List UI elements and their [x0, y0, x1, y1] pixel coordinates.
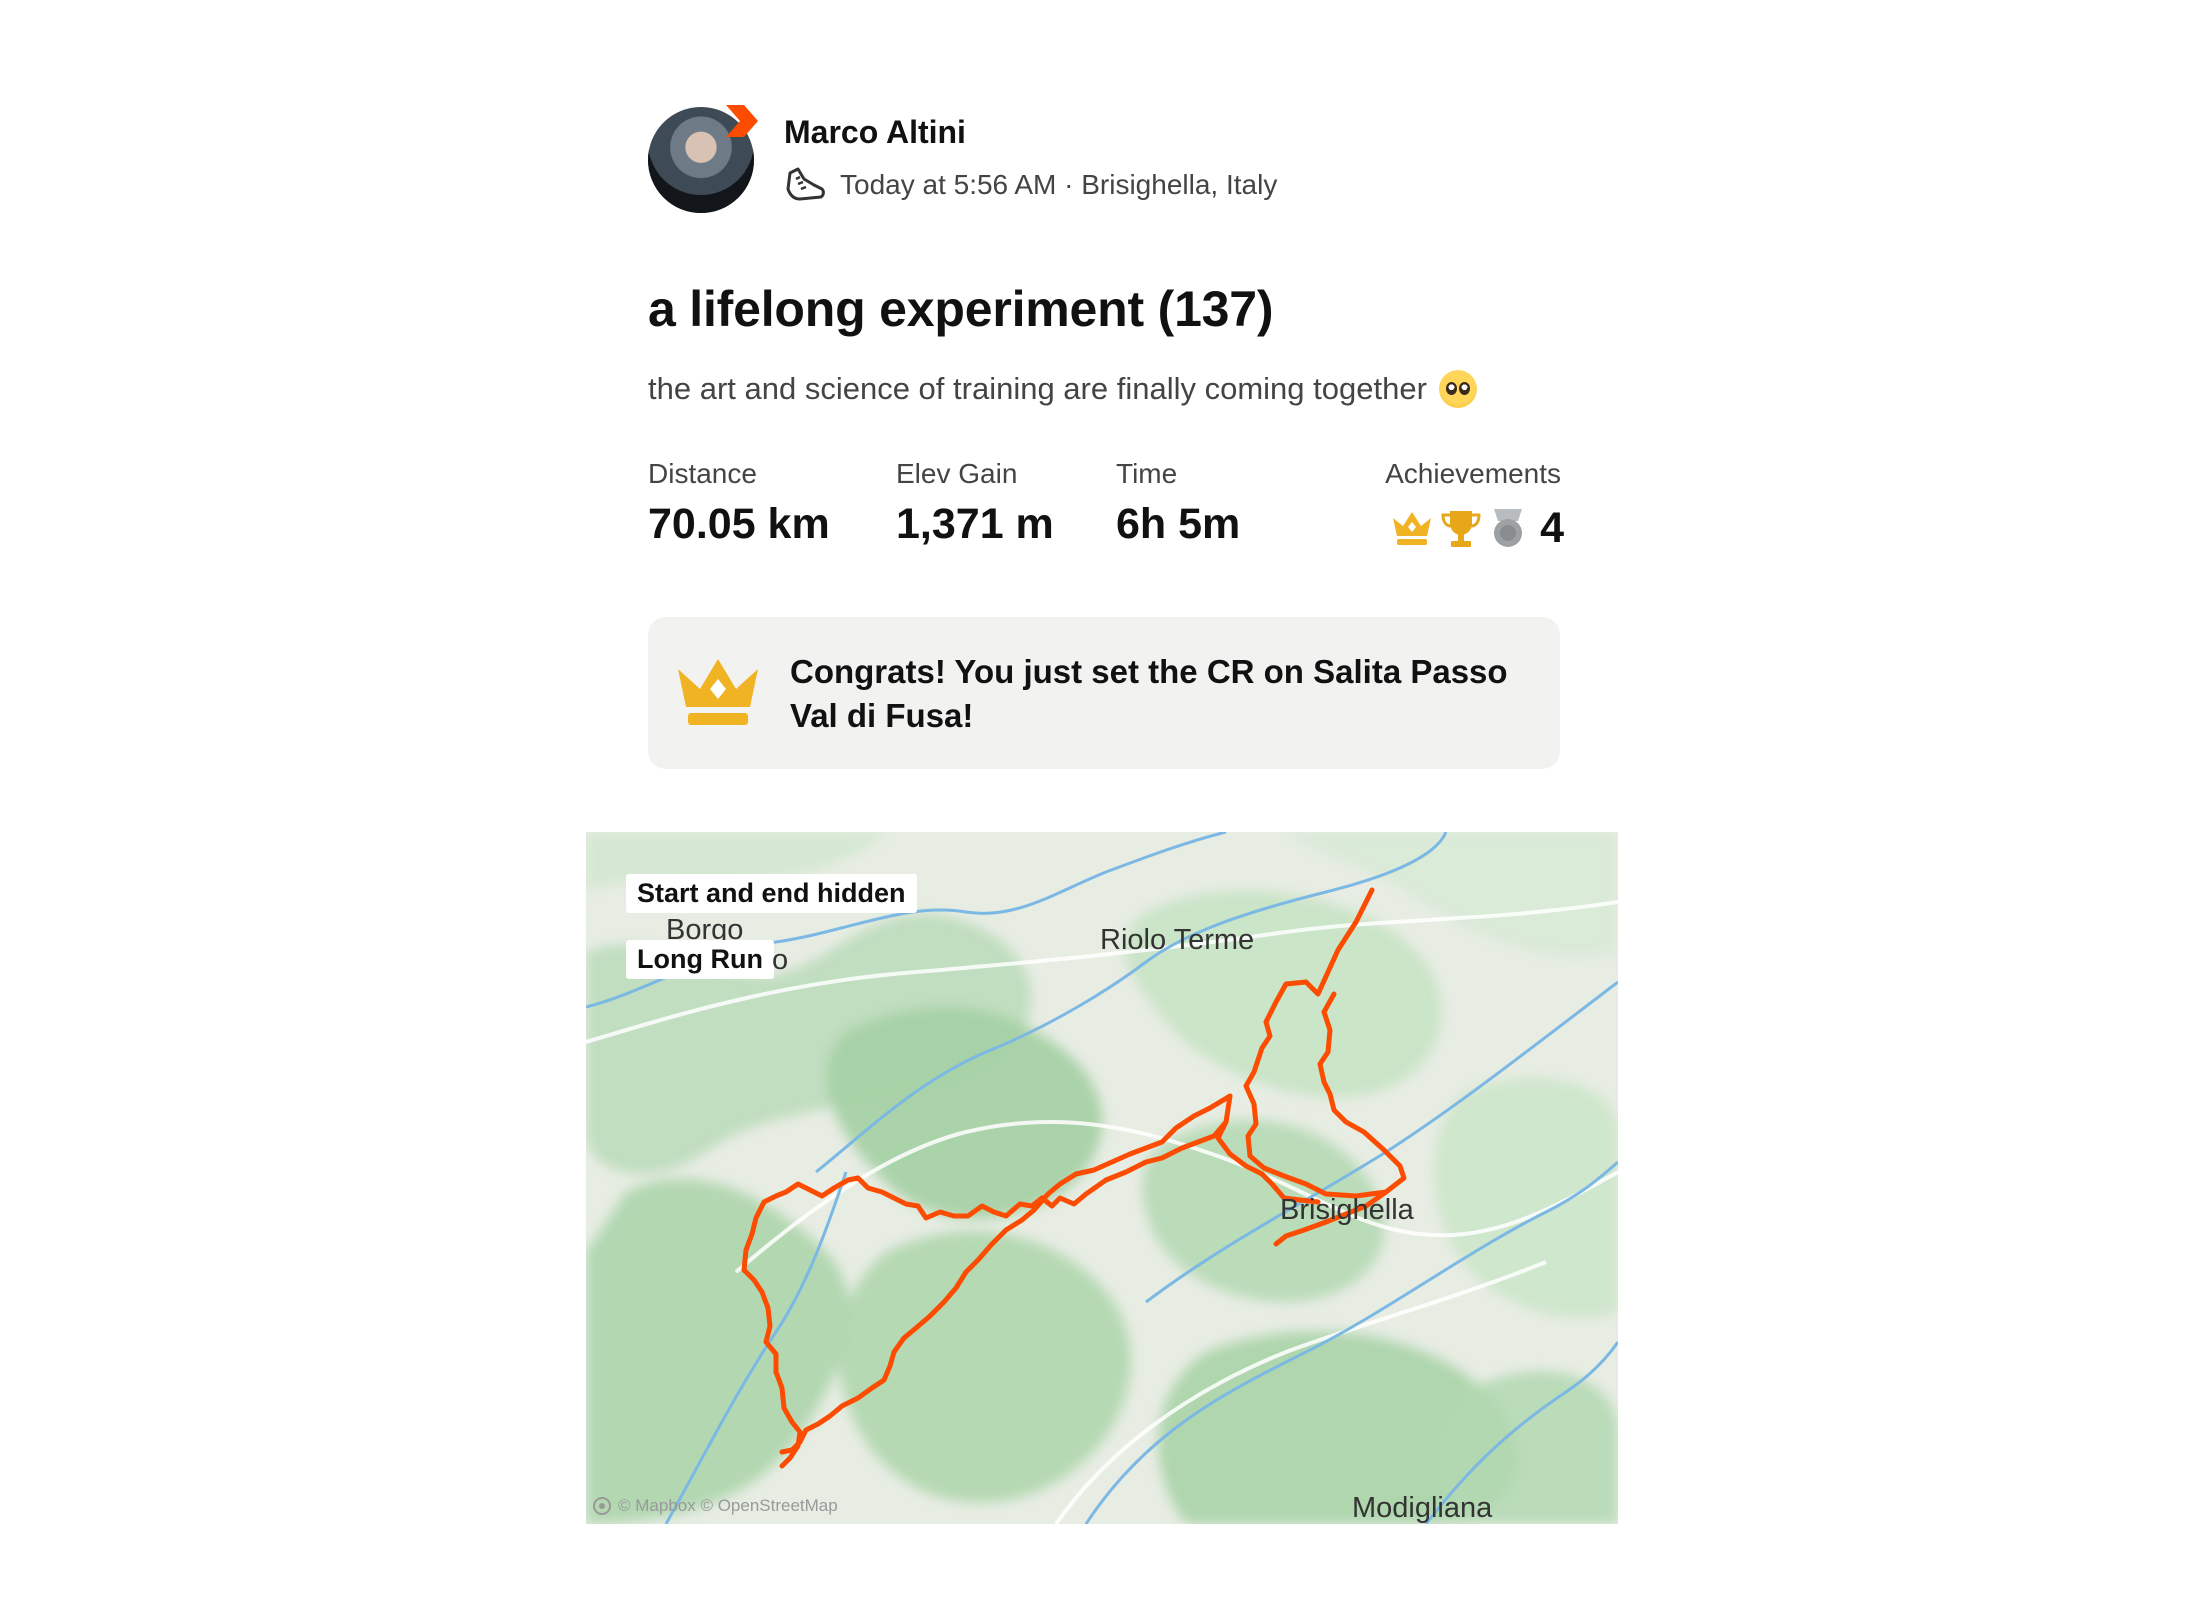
medal-icon: [1494, 509, 1523, 547]
place-label-modigliana: Modigliana: [1352, 1492, 1493, 1524]
time-label: Time: [1116, 458, 1178, 489]
congrats-line-2: Val di Fusa!: [790, 697, 974, 734]
elev-gain-label: Elev Gain: [896, 458, 1018, 489]
activity-description: the art and science of training are fina…: [648, 370, 1477, 408]
place-label-riolo-terme: Riolo Terme: [1100, 924, 1255, 956]
pleading-face-icon: [1438, 370, 1477, 408]
distance-value: 70.05 km: [648, 500, 830, 548]
strava-badge-icon: [726, 105, 758, 137]
distance-label: Distance: [648, 458, 757, 489]
privacy-badge: Start and end hidden: [626, 874, 917, 913]
activity-description-text: the art and science of training are fina…: [648, 371, 1427, 406]
map-attribution[interactable]: © Mapbox © OpenStreetMap: [592, 1496, 838, 1516]
elev-gain-value: 1,371 m: [896, 500, 1054, 548]
route-map[interactable]: Start and end hidden Borgo Long Run o Ri…: [586, 832, 1618, 1524]
map-attribution-text: © Mapbox © OpenStreetMap: [618, 1496, 838, 1515]
achievements-count: 4: [1540, 503, 1564, 552]
achievements-label: Achievements: [1385, 458, 1561, 489]
crown-icon: [1393, 512, 1432, 545]
run-type-badge: Long Run: [626, 940, 774, 979]
time-value: 6h 5m: [1116, 500, 1241, 548]
achievements-row[interactable]: 4: [1390, 500, 1564, 556]
activity-meta: Today at 5:56 AM · Brisighella, Italy: [784, 165, 1277, 205]
mapbox-logo-icon: [593, 1497, 611, 1515]
user-name[interactable]: Marco Altini: [784, 114, 966, 151]
congrats-line-1: Congrats! You just set the CR on Salita …: [790, 653, 1508, 690]
crown-icon: [678, 659, 758, 725]
activity-title[interactable]: a lifelong experiment (137): [648, 280, 1274, 338]
running-shoe-icon: [786, 167, 825, 201]
place-label-brisighella: Brisighella: [1280, 1194, 1414, 1226]
trophy-icon: [1441, 511, 1481, 547]
activity-date-location: Today at 5:56 AM · Brisighella, Italy: [840, 169, 1278, 200]
place-label-partial: o: [772, 944, 789, 976]
congrats-message: Congrats! You just set the CR on Salita …: [790, 650, 1530, 738]
